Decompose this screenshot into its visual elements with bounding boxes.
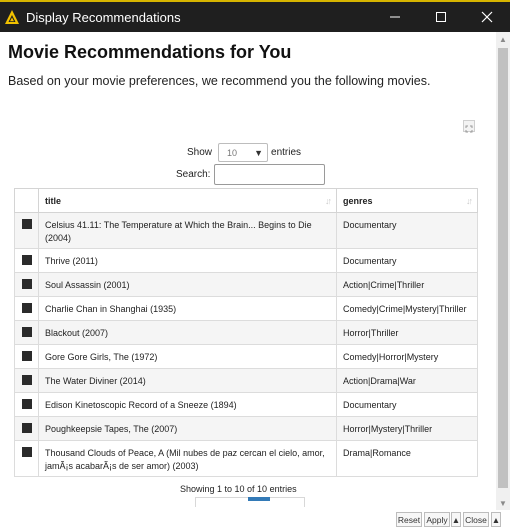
content-area: Movie Recommendations for You Based on y… xyxy=(0,32,496,510)
scroll-thumb[interactable] xyxy=(498,48,508,488)
apply-dropdown-button[interactable]: ▲ xyxy=(451,512,461,527)
close-button[interactable]: Close xyxy=(463,512,489,527)
row-checkbox[interactable] xyxy=(21,327,32,337)
sort-icon: ↓↑ xyxy=(325,196,332,206)
cell-title: Soul Assassin (2001) xyxy=(38,272,337,297)
entries-control: Show 10 ▼ entries xyxy=(187,143,301,162)
row-checkbox[interactable] xyxy=(21,303,32,313)
cell-title: Poughkeepsie Tapes, The (2007) xyxy=(38,416,337,441)
table-row[interactable]: Thousand Clouds of Peace, A (Mil nubes d… xyxy=(14,440,478,477)
cell-genres: Action|Drama|War xyxy=(336,368,478,393)
row-checkbox[interactable] xyxy=(21,375,32,385)
pagination[interactable] xyxy=(195,497,305,507)
cell-title: Celsius 41.11: The Temperature at Which … xyxy=(38,212,337,249)
row-select-cell[interactable] xyxy=(14,416,39,441)
row-checkbox[interactable] xyxy=(21,255,32,265)
cell-genres: Comedy|Horror|Mystery xyxy=(336,344,478,369)
row-select-cell[interactable] xyxy=(14,392,39,417)
knime-logo-icon xyxy=(5,10,19,24)
current-page-button[interactable] xyxy=(248,497,270,501)
window-title: Display Recommendations xyxy=(26,9,181,25)
row-select-cell[interactable] xyxy=(14,248,39,273)
minimize-button[interactable] xyxy=(372,2,418,32)
row-select-cell[interactable] xyxy=(14,212,39,249)
select-column-header xyxy=(14,188,39,213)
row-select-cell[interactable] xyxy=(14,296,39,321)
vertical-scrollbar[interactable]: ▲ ▼ xyxy=(496,32,510,510)
minimize-icon xyxy=(390,16,400,18)
table-row[interactable]: Thrive (2011) Documentary xyxy=(14,248,478,273)
title-bar: Display Recommendations xyxy=(0,0,510,32)
cell-title: Thousand Clouds of Peace, A (Mil nubes d… xyxy=(38,440,337,477)
cell-title: Blackout (2007) xyxy=(38,320,337,345)
table-row[interactable]: Celsius 41.11: The Temperature at Which … xyxy=(14,212,478,249)
maximize-icon xyxy=(436,12,446,22)
cell-title: Gore Gore Girls, The (1972) xyxy=(38,344,337,369)
entries-select[interactable]: 10 ▼ xyxy=(218,143,269,162)
display-recommendations-window: Display Recommendations Movie Recommenda… xyxy=(0,0,510,532)
row-checkbox[interactable] xyxy=(21,351,32,361)
chevron-up-icon: ▲ xyxy=(451,514,461,525)
chevron-up-icon: ▲ xyxy=(491,514,501,525)
table-row[interactable]: Gore Gore Girls, The (1972) Comedy|Horror… xyxy=(14,344,478,369)
table-header-row: title ↓↑ genres ↓↑ xyxy=(14,188,478,213)
table-row[interactable]: Soul Assassin (2001) Action|Crime|Thrille… xyxy=(14,272,478,297)
table-row[interactable]: The Water Diviner (2014) Action|Drama|War xyxy=(14,368,478,393)
page-subtitle: Based on your movie preferences, we reco… xyxy=(8,74,431,88)
scroll-down-icon[interactable]: ▼ xyxy=(496,496,510,510)
row-checkbox[interactable] xyxy=(21,399,32,409)
cell-title: Charlie Chan in Shanghai (1935) xyxy=(38,296,337,321)
close-icon xyxy=(481,11,493,23)
chevron-down-icon: ▼ xyxy=(254,147,264,158)
cell-genres: Horror|Thriller xyxy=(336,320,478,345)
expand-icon[interactable] xyxy=(463,120,475,133)
scroll-up-icon[interactable]: ▲ xyxy=(496,32,510,46)
cell-title: The Water Diviner (2014) xyxy=(38,368,337,393)
cell-genres: Action|Crime|Thriller xyxy=(336,272,478,297)
cell-genres: Documentary xyxy=(336,248,478,273)
row-select-cell[interactable] xyxy=(14,344,39,369)
row-checkbox[interactable] xyxy=(21,279,32,289)
page-title: Movie Recommendations for You xyxy=(8,42,292,62)
column-header-genres[interactable]: genres ↓↑ xyxy=(336,188,478,213)
cell-genres: Documentary xyxy=(336,212,478,249)
row-select-cell[interactable] xyxy=(14,320,39,345)
cell-title: Thrive (2011) xyxy=(38,248,337,273)
entries-select-value: 10 xyxy=(227,147,238,158)
cell-title: Edison Kinetoscopic Record of a Sneeze (… xyxy=(38,392,337,417)
apply-button[interactable]: Apply xyxy=(424,512,450,527)
search-control: Search: xyxy=(176,164,326,185)
recommendations-table: title ↓↑ genres ↓↑ Celsius 41.11: The Temp… xyxy=(14,188,478,477)
entries-label: entries xyxy=(271,147,302,158)
maximize-button[interactable] xyxy=(418,2,464,32)
row-checkbox[interactable] xyxy=(21,447,32,457)
row-checkbox[interactable] xyxy=(21,219,32,229)
cell-genres: Drama|Romance xyxy=(336,440,478,477)
table-row[interactable]: Edison Kinetoscopic Record of a Sneeze (… xyxy=(14,392,478,417)
cell-genres: Documentary xyxy=(336,392,478,417)
row-select-cell[interactable] xyxy=(14,440,39,477)
reset-button[interactable]: Reset xyxy=(396,512,422,527)
close-window-button[interactable] xyxy=(464,2,510,32)
row-select-cell[interactable] xyxy=(14,272,39,297)
footer-bar: Reset Apply ▲ Close ▲ xyxy=(0,510,510,532)
row-select-cell[interactable] xyxy=(14,368,39,393)
row-checkbox[interactable] xyxy=(21,423,32,433)
show-label: Show xyxy=(187,147,213,158)
column-header-title[interactable]: title ↓↑ xyxy=(38,188,337,213)
search-input[interactable] xyxy=(214,164,326,185)
table-row[interactable]: Poughkeepsie Tapes, The (2007) Horror|Mys… xyxy=(14,416,478,441)
table-row[interactable]: Blackout (2007) Horror|Thriller xyxy=(14,320,478,345)
search-label: Search: xyxy=(176,169,211,180)
close-dropdown-button[interactable]: ▲ xyxy=(491,512,501,527)
sort-icon: ↓↑ xyxy=(466,196,473,206)
table-row[interactable]: Charlie Chan in Shanghai (1935) Comedy|Cr… xyxy=(14,296,478,321)
table-info: Showing 1 to 10 of 10 entries xyxy=(180,484,297,494)
cell-genres: Comedy|Crime|Mystery|Thriller xyxy=(336,296,478,321)
cell-genres: Horror|Mystery|Thriller xyxy=(336,416,478,441)
